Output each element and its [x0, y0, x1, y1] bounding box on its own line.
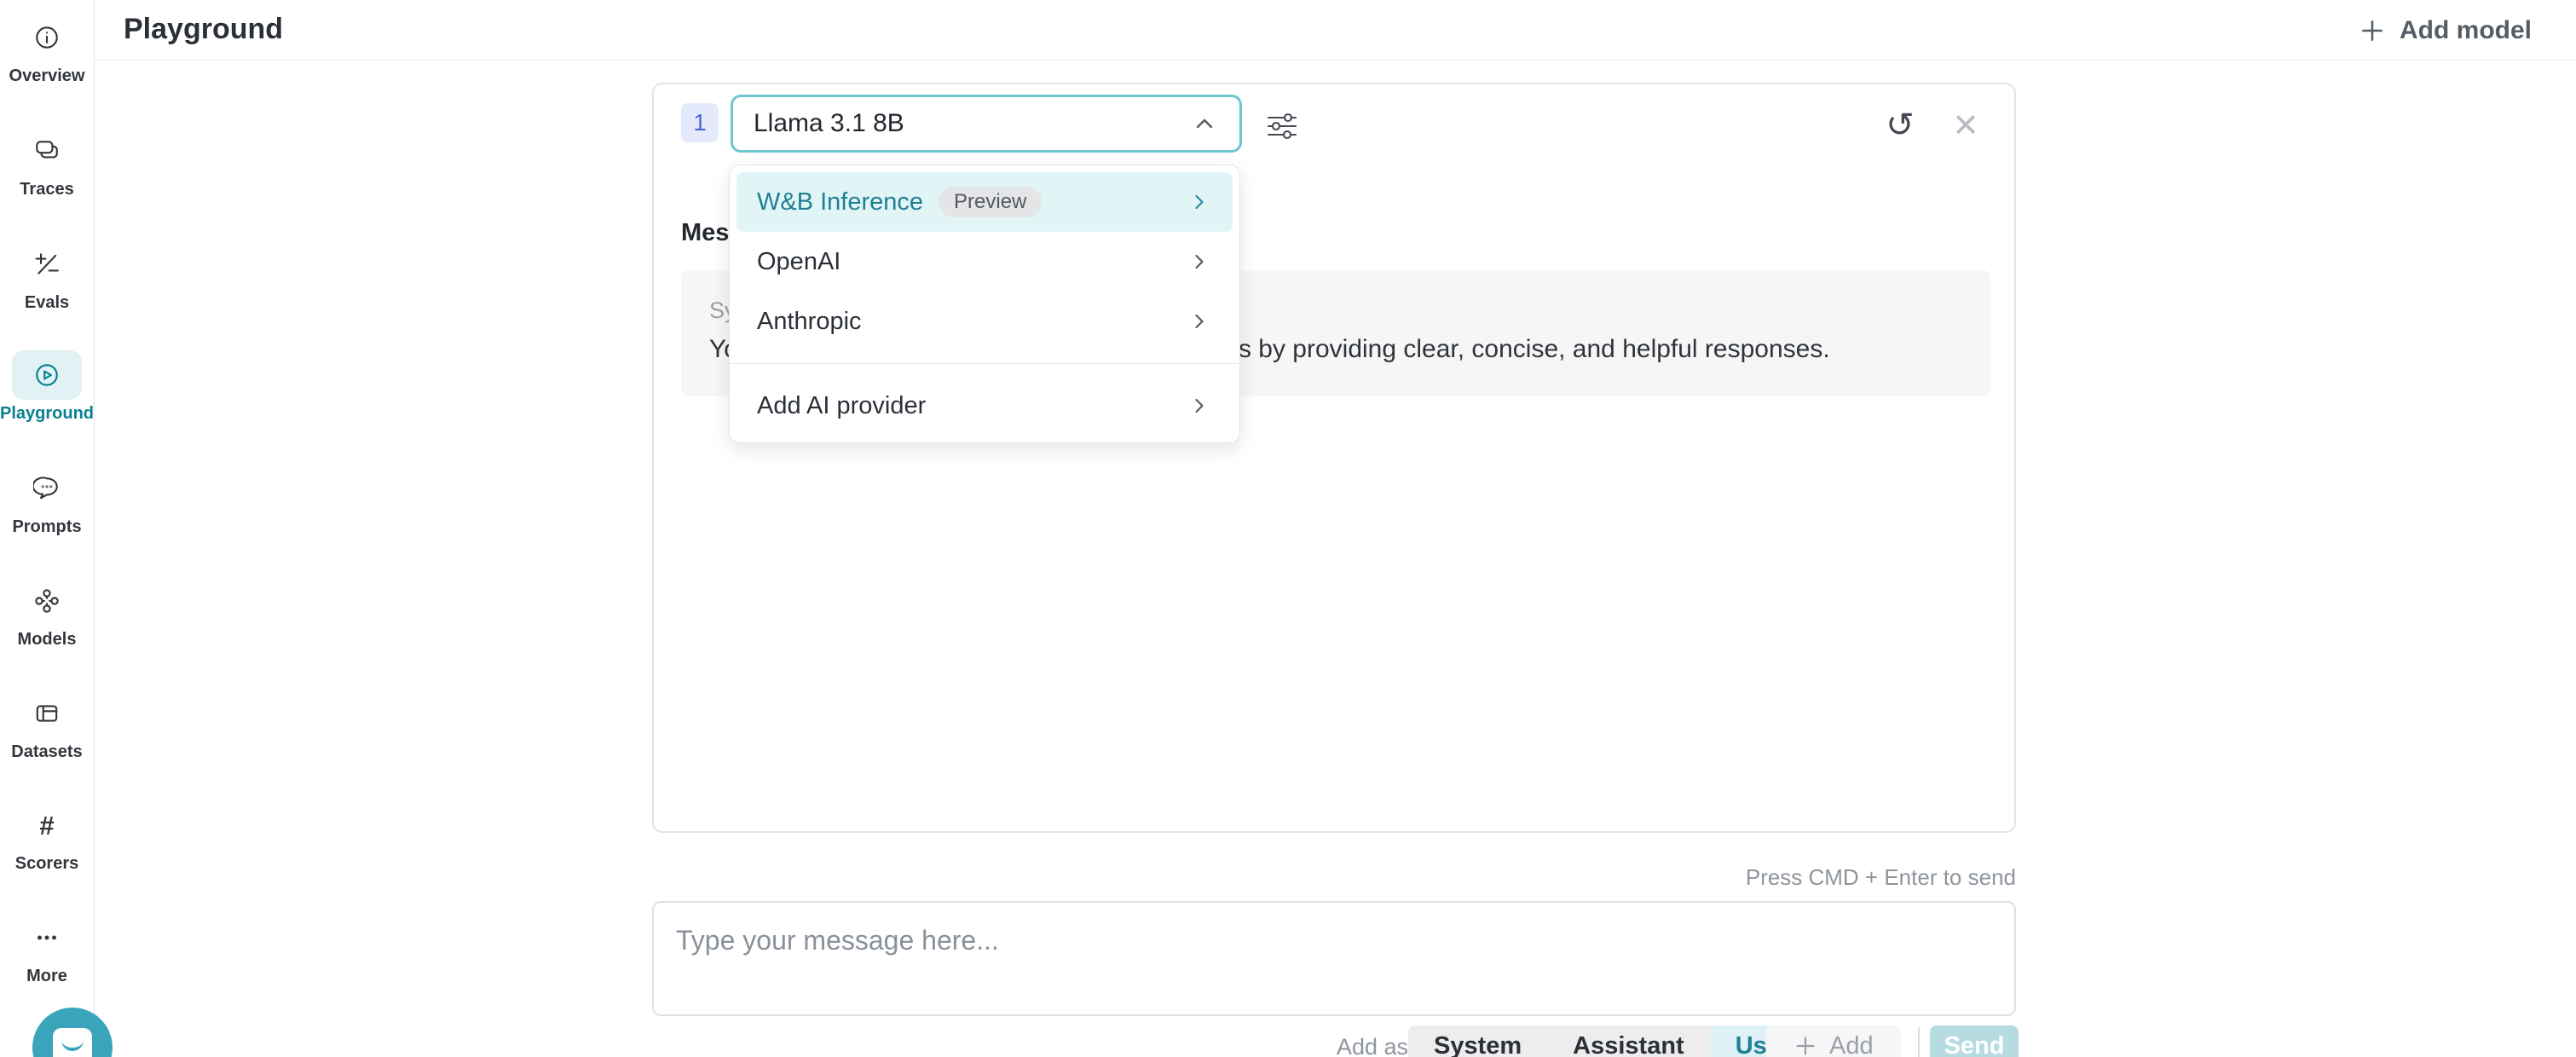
playground-page: Overview Traces Evals Playground Prompts	[0, 0, 2576, 1057]
top-header: Playground Add model	[95, 0, 2576, 61]
chevron-right-icon	[1187, 393, 1212, 419]
sidebar-item-models[interactable]: Models	[0, 576, 94, 649]
role-option-system[interactable]: System	[1408, 1025, 1547, 1057]
plus-icon	[2359, 17, 2386, 44]
menu-item-label: W&B Inference	[757, 188, 923, 217]
model-select-value: Llama 3.1 8B	[754, 109, 904, 138]
sidebar-item-more[interactable]: More	[0, 913, 94, 985]
menu-item-add-ai-provider[interactable]: Add AI provider	[736, 376, 1233, 436]
menu-item-openai[interactable]: OpenAI	[736, 232, 1233, 292]
menu-item-label: OpenAI	[757, 248, 840, 276]
sidebar-item-label: Scorers	[15, 854, 79, 873]
sidebar-item-scorers[interactable]: # Scorers	[0, 800, 94, 873]
sidebar-item-label: Models	[18, 630, 77, 649]
reset-icon: ↺	[1886, 106, 1915, 145]
hash-icon: #	[12, 800, 82, 850]
sidebar-item-label: Playground	[0, 404, 94, 423]
add-message-button[interactable]: Add	[1766, 1025, 1901, 1057]
sidebar-item-evals[interactable]: Evals	[0, 240, 94, 312]
message-input[interactable]	[652, 901, 2016, 1016]
sidebar-item-label: Traces	[20, 180, 73, 199]
sliders-icon	[1264, 108, 1300, 144]
menu-item-label: Add AI provider	[757, 392, 926, 420]
sidebar-item-label: Prompts	[12, 517, 81, 536]
sidebar-item-overview[interactable]: Overview	[0, 13, 94, 85]
playground-icon	[12, 350, 82, 400]
close-model-button[interactable]: ✕	[1945, 105, 1986, 146]
reset-chat-button[interactable]: ↺	[1880, 105, 1920, 146]
preview-badge: Preview	[939, 187, 1042, 217]
add-as-label: Add as	[1337, 1034, 1408, 1057]
role-option-assistant[interactable]: Assistant	[1547, 1025, 1710, 1057]
send-shortcut-hint: Press CMD + Enter to send	[1746, 864, 2016, 891]
plus-icon	[1793, 1034, 1817, 1057]
composer-divider	[1918, 1027, 1920, 1057]
close-icon: ✕	[1952, 107, 1979, 145]
add-message-label: Add	[1829, 1032, 1874, 1057]
model-select[interactable]: Llama 3.1 8B	[731, 95, 1242, 153]
role-segmented-control: System Assistant User	[1408, 1025, 1816, 1057]
more-dots-icon	[12, 913, 82, 962]
model-settings-button[interactable]	[1264, 108, 1302, 146]
menu-item-label: Anthropic	[757, 308, 862, 336]
menu-divider	[730, 363, 1239, 364]
add-model-label: Add model	[2400, 16, 2532, 45]
sidebar-item-label: More	[26, 967, 67, 985]
prompts-icon	[12, 464, 82, 513]
add-model-button[interactable]: Add model	[2359, 12, 2532, 49]
send-button[interactable]: Send	[1930, 1025, 2019, 1057]
sidebar-item-prompts[interactable]: Prompts	[0, 464, 94, 536]
chevron-up-icon	[1190, 109, 1219, 138]
sidebar-item-label: Datasets	[11, 742, 82, 761]
chevron-right-icon	[1187, 309, 1212, 334]
models-icon	[12, 576, 82, 626]
provider-dropdown-menu: W&B Inference Preview OpenAI Anthropic A…	[729, 165, 1240, 443]
menu-item-wb-inference[interactable]: W&B Inference Preview	[736, 172, 1233, 232]
sidebar-item-datasets[interactable]: Datasets	[0, 689, 94, 761]
sidebar-item-label: Evals	[25, 293, 69, 312]
evals-icon	[12, 240, 82, 289]
chat-smile-icon	[53, 1028, 92, 1057]
sidebar-item-traces[interactable]: Traces	[0, 126, 94, 199]
datasets-icon	[12, 689, 82, 738]
chevron-right-icon	[1187, 249, 1212, 274]
sidebar: Overview Traces Evals Playground Prompts	[0, 0, 95, 1057]
sidebar-item-label: Overview	[9, 66, 85, 85]
sidebar-item-playground[interactable]: Playground	[0, 350, 94, 423]
model-index-badge: 1	[681, 103, 719, 142]
info-icon	[12, 13, 82, 62]
chevron-right-icon	[1187, 189, 1212, 215]
page-title: Playground	[124, 13, 283, 46]
traces-icon	[12, 126, 82, 176]
menu-item-anthropic[interactable]: Anthropic	[736, 292, 1233, 351]
